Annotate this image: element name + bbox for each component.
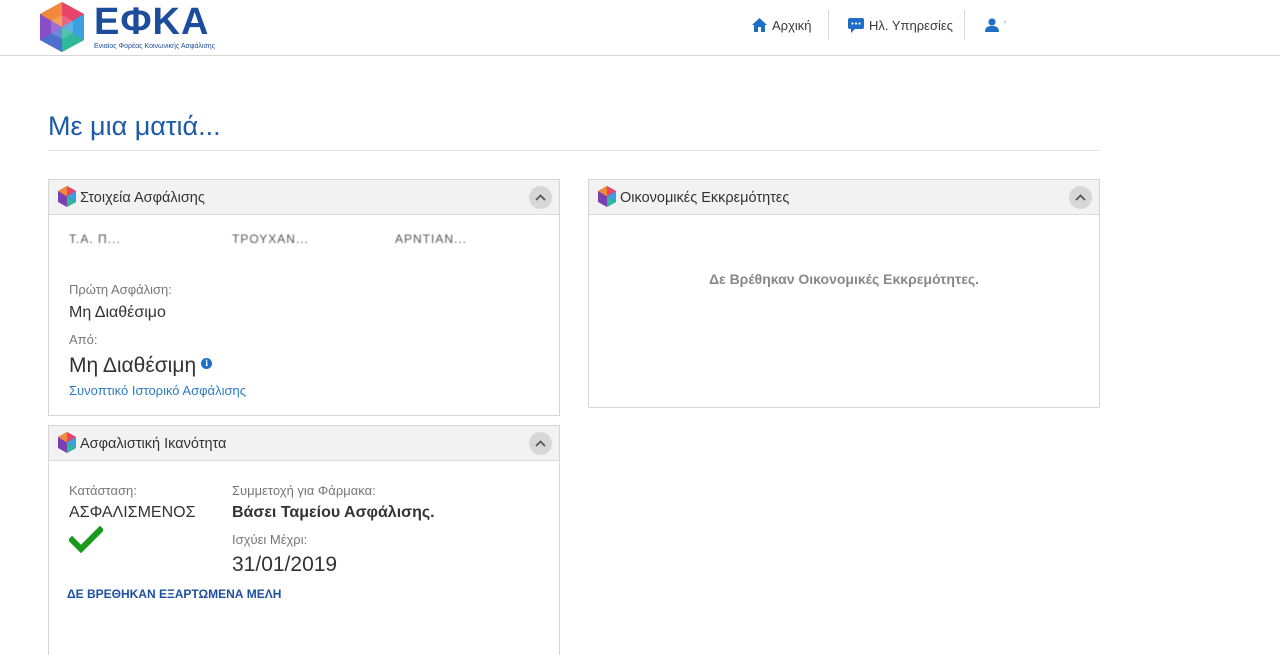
chevron-up-icon: [535, 194, 546, 201]
nav-home[interactable]: Αρχική: [752, 10, 812, 40]
info-icon[interactable]: i: [201, 358, 213, 369]
capacity-panel-header: Ασφαλιστική Ικανότητα: [49, 426, 559, 461]
history-link[interactable]: Συνοπτικό Ιστορικό Ασφάλισης: [69, 383, 246, 398]
empty-message: Δε Βρέθηκαν Οικονομικές Εκκρεμότητες.: [708, 271, 980, 287]
hexagon-icon: [598, 186, 616, 207]
efka-logo[interactable]: ΕΦΚΑ Ενιαίος Φορέας Κοινωνικής Ασφάλισης: [38, 1, 218, 53]
finance-panel-header: Οικονομικές Εκκρεμότητες: [589, 180, 1099, 215]
finance-panel-title: Οικονομικές Εκκρεμότητες: [620, 190, 790, 206]
checkmark-icon: [69, 526, 103, 554]
logo-text: ΕΦΚΑ: [94, 1, 210, 43]
nav-services-label: Ηλ. Υπηρεσίες: [869, 17, 953, 33]
redacted-text: ΑΡΝΤΙΑΝ...: [395, 232, 468, 246]
insurance-panel: Στοιχεία Ασφάλισης Τ.Α. Π... ΤΡΟΥΧΑΝ... …: [48, 179, 560, 416]
title-divider: [48, 150, 1100, 151]
capacity-panel-title: Ασφαλιστική Ικανότητα: [80, 436, 227, 452]
nav-user[interactable]: ': [985, 10, 1006, 40]
status-value: ΑΣΦΑΛΙΣΜΕΝΟΣ: [69, 504, 196, 521]
chevron-up-icon: [1075, 194, 1086, 201]
hexagon-icon: [58, 432, 76, 453]
logo-hexagon-icon: [40, 2, 84, 52]
user-icon: [985, 18, 999, 32]
nav-divider: [828, 10, 829, 40]
logo-subtitle: Ενιαίος Φορέας Κοινωνικής Ασφάλισης: [94, 43, 216, 50]
from-value: Μη Διαθέσιμη: [69, 354, 197, 377]
insurance-panel-header: Στοιχεία Ασφάλισης: [49, 180, 559, 215]
finance-panel: Οικονομικές Εκκρεμότητες Δε Βρέθηκαν Οικ…: [588, 179, 1100, 408]
nav-divider: [964, 10, 965, 40]
valid-until-value: 31/01/2019: [232, 553, 338, 576]
chevron-up-icon: [535, 440, 546, 447]
insurance-panel-title: Στοιχεία Ασφάλισης: [80, 190, 205, 206]
valid-until-label: Ισχύει Μέχρι:: [232, 532, 308, 547]
status-label: Κατάσταση:: [69, 483, 137, 498]
collapse-button[interactable]: [529, 186, 552, 209]
from-label: Από:: [69, 332, 98, 347]
chat-icon: [848, 17, 864, 33]
hexagon-icon: [58, 186, 76, 207]
from-value-row: Μη Διαθέσιμη i: [69, 354, 213, 378]
redacted-text: ΤΡΟΥΧΑΝ...: [232, 232, 309, 246]
capacity-panel: Ασφαλιστική Ικανότητα Κατάσταση: ΑΣΦΑΛΙΣ…: [48, 425, 560, 655]
first-insurance-value: Μη Διαθέσιμο: [69, 304, 166, 321]
top-header: ΕΦΚΑ Ενιαίος Φορέας Κοινωνικής Ασφάλισης…: [0, 0, 1280, 56]
drug-participation-label: Συμμετοχή για Φάρμακα:: [232, 483, 376, 498]
page-title: Με μια ματιά...: [48, 111, 221, 141]
nav-user-label: ': [1004, 19, 1006, 31]
dependents-link[interactable]: ΔΕ ΒΡΕΘΗΚΑΝ ΕΞΑΡΤΩΜΕΝΑ ΜΕΛΗ: [67, 587, 281, 601]
first-insurance-label: Πρώτη Ασφάλιση:: [69, 282, 172, 297]
collapse-button[interactable]: [1069, 186, 1092, 209]
collapse-button[interactable]: [529, 432, 552, 455]
redacted-text: Τ.Α. Π...: [69, 232, 121, 246]
nav-services[interactable]: Ηλ. Υπηρεσίες: [848, 10, 953, 40]
nav-home-label: Αρχική: [772, 17, 812, 33]
drug-participation-value: Βάσει Ταμείου Ασφάλισης.: [232, 504, 435, 521]
home-icon: [752, 18, 767, 32]
